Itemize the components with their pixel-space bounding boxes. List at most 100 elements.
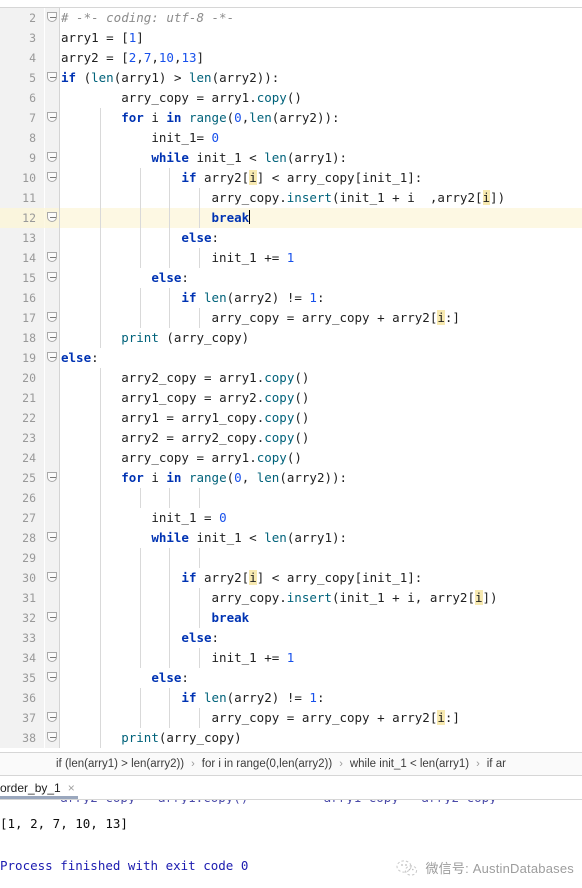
fold-gutter[interactable] — [45, 608, 59, 628]
editor-line[interactable]: 31 arry_copy.insert(init_1 + i, arry2[i]… — [0, 588, 582, 608]
fold-gutter[interactable] — [45, 548, 59, 568]
code-text[interactable]: arry_copy.insert(init_1 + i ,arry2[i]) — [61, 188, 582, 208]
fold-collapse-icon[interactable] — [47, 72, 57, 82]
code-text[interactable]: else: — [61, 348, 582, 368]
code-text[interactable]: print(arry_copy) — [61, 728, 582, 748]
line-number[interactable]: 35 — [0, 668, 36, 688]
editor-line[interactable]: 16 if len(arry2) != 1: — [0, 288, 582, 308]
editor-line[interactable]: 24 arry_copy = arry1.copy() — [0, 448, 582, 468]
fold-gutter[interactable] — [45, 228, 59, 248]
line-number[interactable]: 8 — [0, 128, 36, 148]
code-text[interactable]: if len(arry2) != 1: — [61, 288, 582, 308]
line-number[interactable]: 5 — [0, 68, 36, 88]
fold-gutter[interactable] — [45, 728, 59, 748]
line-number[interactable]: 22 — [0, 408, 36, 428]
code-text[interactable]: if (len(arry1) > len(arry2)): — [61, 68, 582, 88]
code-text[interactable]: for i in range(0,len(arry2)): — [61, 108, 582, 128]
fold-gutter[interactable] — [45, 508, 59, 528]
code-text[interactable]: init_1= 0 — [61, 128, 582, 148]
editor-line[interactable]: 19 else: — [0, 348, 582, 368]
fold-gutter[interactable] — [45, 348, 59, 368]
fold-collapse-icon[interactable] — [47, 732, 57, 742]
fold-gutter[interactable] — [45, 48, 59, 68]
fold-collapse-icon[interactable] — [47, 712, 57, 722]
editor-line[interactable]: 25 for i in range(0, len(arry2)): — [0, 468, 582, 488]
line-number[interactable]: 37 — [0, 708, 36, 728]
editor-line[interactable]: 33 else: — [0, 628, 582, 648]
editor-line[interactable]: 21 arry1_copy = arry2.copy() — [0, 388, 582, 408]
editor-line[interactable]: 27 init_1 = 0 — [0, 508, 582, 528]
line-number[interactable]: 26 — [0, 488, 36, 508]
editor-line[interactable]: 34 init_1 += 1 — [0, 648, 582, 668]
editor-line[interactable]: 36 if len(arry2) != 1: — [0, 688, 582, 708]
line-number[interactable]: 20 — [0, 368, 36, 388]
fold-collapse-icon[interactable] — [47, 312, 57, 322]
code-text[interactable]: while init_1 < len(arry1): — [61, 148, 582, 168]
fold-collapse-icon[interactable] — [47, 152, 57, 162]
fold-gutter[interactable] — [45, 648, 59, 668]
editor-line[interactable]: 2 # -*- coding: utf-8 -*- — [0, 8, 582, 28]
fold-collapse-icon[interactable] — [47, 532, 57, 542]
editor-line[interactable]: 35 else: — [0, 668, 582, 688]
fold-gutter[interactable] — [45, 68, 59, 88]
fold-gutter[interactable] — [45, 148, 59, 168]
fold-gutter[interactable] — [45, 448, 59, 468]
line-number[interactable]: 2 — [0, 8, 36, 28]
editor-line[interactable]: 6 arry_copy = arry1.copy() — [0, 88, 582, 108]
editor-line[interactable]: 7 for i in range(0,len(arry2)): — [0, 108, 582, 128]
editor-line[interactable]: 26 — [0, 488, 582, 508]
line-number[interactable]: 31 — [0, 588, 36, 608]
editor-line[interactable]: 38 print(arry_copy) — [0, 728, 582, 748]
code-text[interactable]: arry1_copy = arry2.copy() — [61, 388, 582, 408]
code-text[interactable]: arry_copy = arry_copy + arry2[i:] — [61, 708, 582, 728]
editor-line[interactable]: 13 else: — [0, 228, 582, 248]
fold-gutter[interactable] — [45, 428, 59, 448]
fold-gutter[interactable] — [45, 368, 59, 388]
editor-line[interactable]: 28 while init_1 < len(arry1): — [0, 528, 582, 548]
code-text[interactable] — [61, 548, 582, 568]
fold-gutter[interactable] — [45, 528, 59, 548]
editor-line[interactable]: 37 arry_copy = arry_copy + arry2[i:] — [0, 708, 582, 728]
line-number[interactable]: 7 — [0, 108, 36, 128]
line-number[interactable]: 12 — [0, 208, 36, 228]
line-number[interactable]: 21 — [0, 388, 36, 408]
editor-line[interactable]: 14 init_1 += 1 — [0, 248, 582, 268]
fold-collapse-icon[interactable] — [47, 572, 57, 582]
line-number[interactable]: 19 — [0, 348, 36, 368]
close-icon[interactable]: × — [68, 781, 75, 795]
breadcrumb[interactable]: if (len(arry1) > len(arry2)) › for i in ra… — [0, 752, 582, 776]
line-number[interactable]: 33 — [0, 628, 36, 648]
editor-line[interactable]: 29 — [0, 548, 582, 568]
editor-line[interactable]: 20 arry2_copy = arry1.copy() — [0, 368, 582, 388]
line-number[interactable]: 16 — [0, 288, 36, 308]
console-output[interactable]: arry2_copy = arry1.copy() arry1_copy = a… — [0, 800, 582, 887]
editor-line[interactable]: 8 init_1= 0 — [0, 128, 582, 148]
fold-gutter[interactable] — [45, 208, 59, 228]
editor-line[interactable]: 17 arry_copy = arry_copy + arry2[i:] — [0, 308, 582, 328]
fold-gutter[interactable] — [45, 128, 59, 148]
fold-collapse-icon[interactable] — [47, 12, 57, 22]
fold-gutter[interactable] — [45, 688, 59, 708]
code-editor[interactable]: 2 # -*- coding: utf-8 -*- 3 arry1 = [1] 4 arr… — [0, 0, 582, 752]
line-number[interactable]: 34 — [0, 648, 36, 668]
fold-gutter[interactable] — [45, 108, 59, 128]
fold-gutter[interactable] — [45, 388, 59, 408]
fold-gutter[interactable] — [45, 188, 59, 208]
line-number[interactable]: 23 — [0, 428, 36, 448]
run-tab-bar[interactable]: order_by_1 × — [0, 776, 582, 800]
code-text[interactable]: init_1 += 1 — [61, 248, 582, 268]
code-text[interactable]: else: — [61, 228, 582, 248]
fold-gutter[interactable] — [45, 28, 59, 48]
breadcrumb-item[interactable]: for i in range(0,len(arry2)) — [202, 758, 332, 770]
code-text[interactable]: if arry2[i] < arry_copy[init_1]: — [61, 168, 582, 188]
code-text[interactable]: else: — [61, 268, 582, 288]
code-text[interactable]: # -*- coding: utf-8 -*- — [61, 8, 582, 28]
code-text[interactable]: arry_copy = arry1.copy() — [61, 88, 582, 108]
line-number[interactable]: 24 — [0, 448, 36, 468]
line-number[interactable]: 36 — [0, 688, 36, 708]
fold-gutter[interactable] — [45, 268, 59, 288]
fold-gutter[interactable] — [45, 628, 59, 648]
line-number[interactable]: 9 — [0, 148, 36, 168]
fold-gutter[interactable] — [45, 248, 59, 268]
breadcrumb-item[interactable]: if ar — [487, 758, 506, 770]
